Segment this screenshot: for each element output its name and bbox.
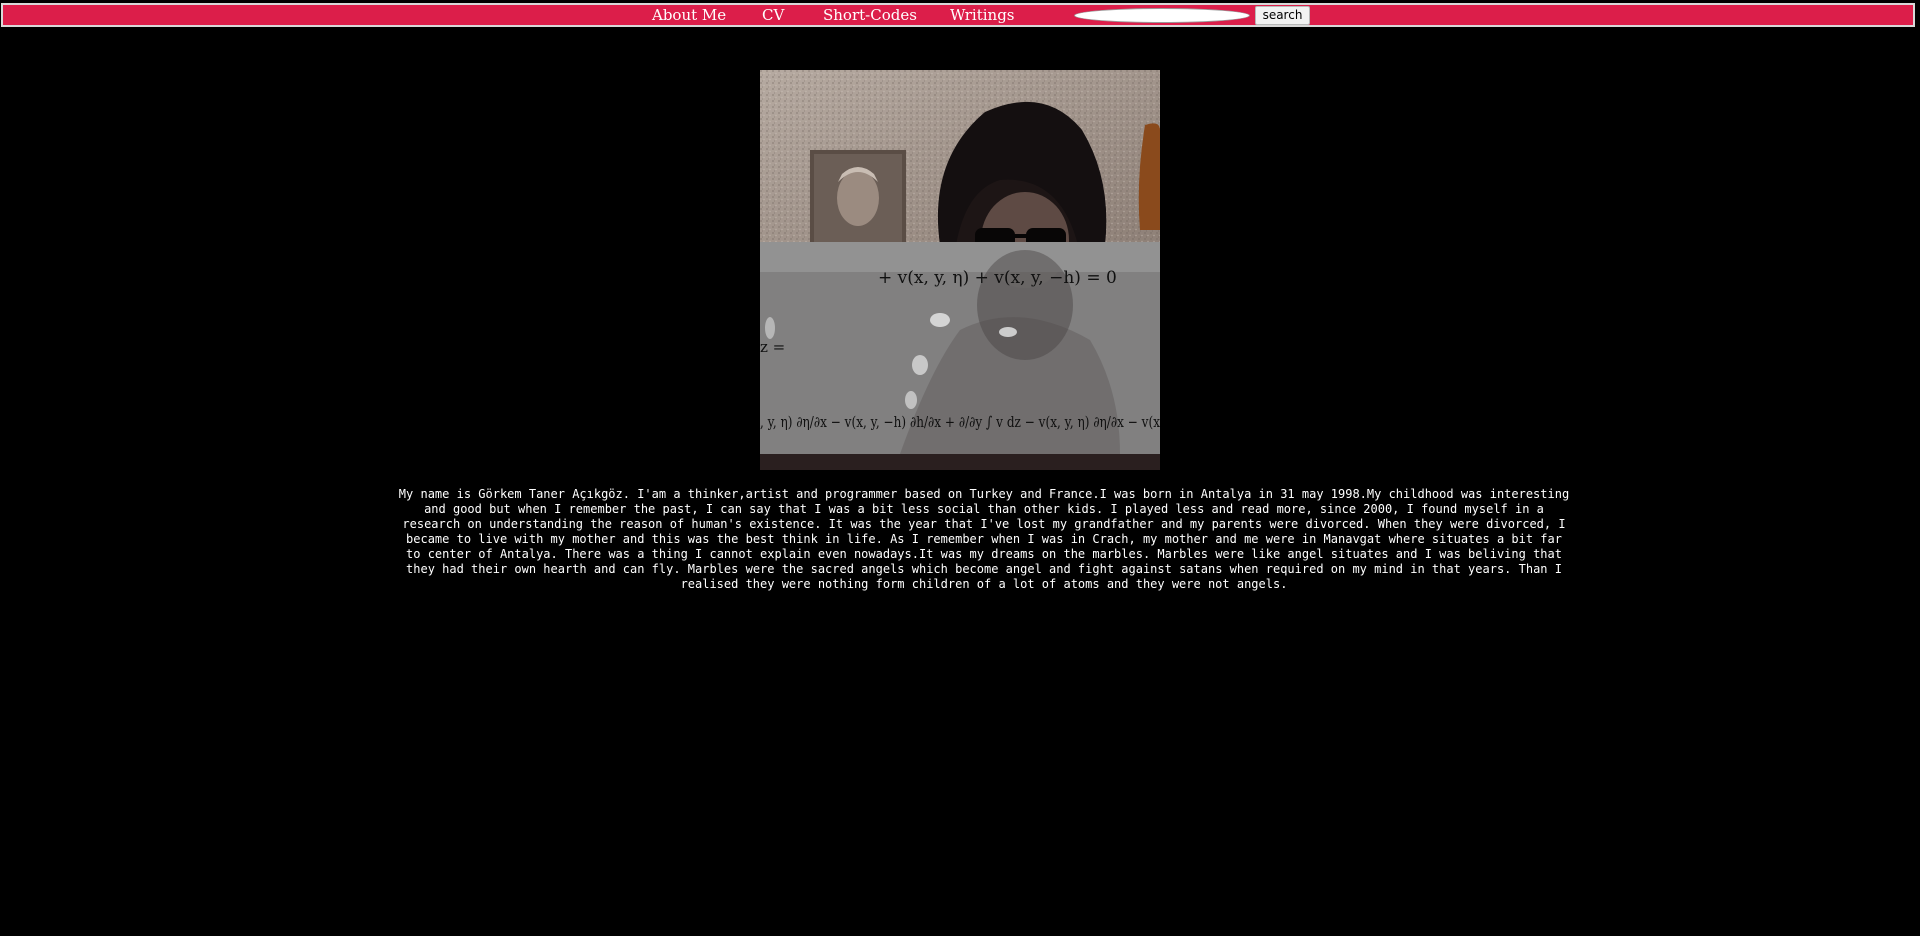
search-button[interactable]: search — [1255, 6, 1310, 25]
nav-link-writings[interactable]: Writings — [950, 6, 1015, 24]
nav-link-about-me[interactable]: About Me — [652, 6, 726, 24]
search-input[interactable] — [1074, 8, 1250, 23]
nav-link-cv[interactable]: CV — [762, 6, 784, 24]
top-navigation-bar: About Me CV Short-Codes Writings search — [1, 3, 1915, 27]
equation-line-1: + v(x, y, η) + v(x, y, −h) = 0 — [878, 268, 1117, 288]
equation-line-2: z = — [760, 338, 785, 356]
bio-paragraph: My name is Görkem Taner Açıkgöz. I'am a … — [398, 487, 1570, 591]
profile-collage-image: + v(x, y, η) + v(x, y, −h) = 0 z = , y, … — [760, 70, 1160, 470]
nav-link-short-codes[interactable]: Short-Codes — [823, 6, 917, 24]
equation-line-3: , y, η) ∂η/∂x − v(x, y, −h) ∂h/∂x + ∂/∂y… — [760, 413, 1160, 431]
